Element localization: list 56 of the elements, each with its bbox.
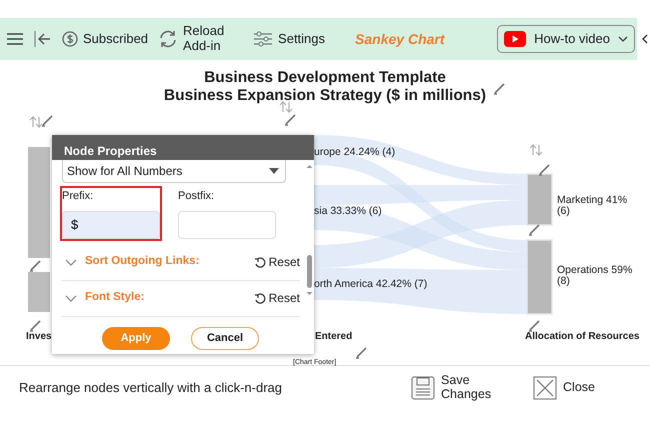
column-label: Entered: [315, 330, 352, 344]
dollar-icon: [62, 31, 78, 47]
close-icon: [533, 376, 558, 400]
cancel-button[interactable]: Cancel: [191, 327, 259, 350]
sort-icon: [530, 144, 542, 156]
sliders-icon: [253, 31, 274, 47]
reset-icon: [254, 292, 266, 304]
node-label: Operations 59% (8): [557, 265, 634, 287]
edit-icon: [528, 224, 540, 236]
caret-icon: [269, 168, 279, 174]
column-label: Allocation of Resources: [525, 330, 640, 344]
section-title: Sort Outgoing Links:: [85, 254, 200, 270]
column-label: Inves: [26, 330, 52, 344]
field-label: Prefix:: [62, 189, 94, 204]
save-icon: [411, 376, 436, 400]
back-icon: [34, 31, 52, 47]
node-label: Marketing 41% (6): [557, 195, 628, 217]
subscribed-button[interactable]: Subscribed: [58, 29, 152, 49]
close-button[interactable]: Close: [533, 376, 595, 400]
edit-icon: [41, 115, 53, 127]
edit-icon: [29, 260, 41, 272]
reload-icon: [158, 30, 178, 48]
video-dropdown[interactable]: How-to video: [497, 25, 635, 53]
edit-icon: [528, 320, 540, 332]
prefix-field[interactable]: $: [62, 210, 160, 238]
reset-button[interactable]: Reset: [254, 289, 300, 307]
caret-icon: [618, 36, 628, 42]
edit-icon: [355, 347, 367, 359]
settings-button[interactable]: Settings: [249, 29, 330, 49]
chart-title: Business Development Template: [204, 69, 446, 86]
hint-text: Rearrange nodes vertically with a click-n-drag: [19, 379, 282, 398]
postfix-field[interactable]: [178, 210, 276, 238]
video-play-icon: [504, 31, 526, 47]
chevron-down-icon[interactable]: [65, 258, 77, 266]
sankey-node: [28, 272, 50, 312]
field-label: Postfix:: [178, 189, 216, 204]
node-label: urope 24.24% (4): [314, 147, 396, 158]
sort-icon: [30, 116, 42, 128]
edit-icon: [284, 114, 296, 126]
dialog-title: Node Properties: [52, 135, 314, 160]
sankey-node: [526, 173, 553, 226]
edit-icon: [538, 164, 550, 176]
chart-subtitle: Business Expansion Strategy ($ in millions): [164, 87, 486, 104]
edit-icon: [493, 83, 505, 95]
node-label: sia 33.33% (6): [314, 206, 382, 217]
chevron-down-icon[interactable]: [65, 294, 77, 302]
section-title: Font Style:: [85, 290, 146, 306]
reset-button[interactable]: Reset: [254, 253, 300, 271]
reload-button[interactable]: Reload Add-in: [154, 22, 234, 56]
reset-icon: [254, 256, 266, 268]
app-title: Sankey Chart: [355, 30, 445, 49]
edit-icon: [29, 320, 41, 332]
node-label: orth America 42.42% (7): [314, 279, 428, 290]
menu-icon: [6, 31, 24, 47]
collapse-icon[interactable]: [641, 34, 648, 44]
save-button[interactable]: Save Changes: [411, 374, 494, 402]
